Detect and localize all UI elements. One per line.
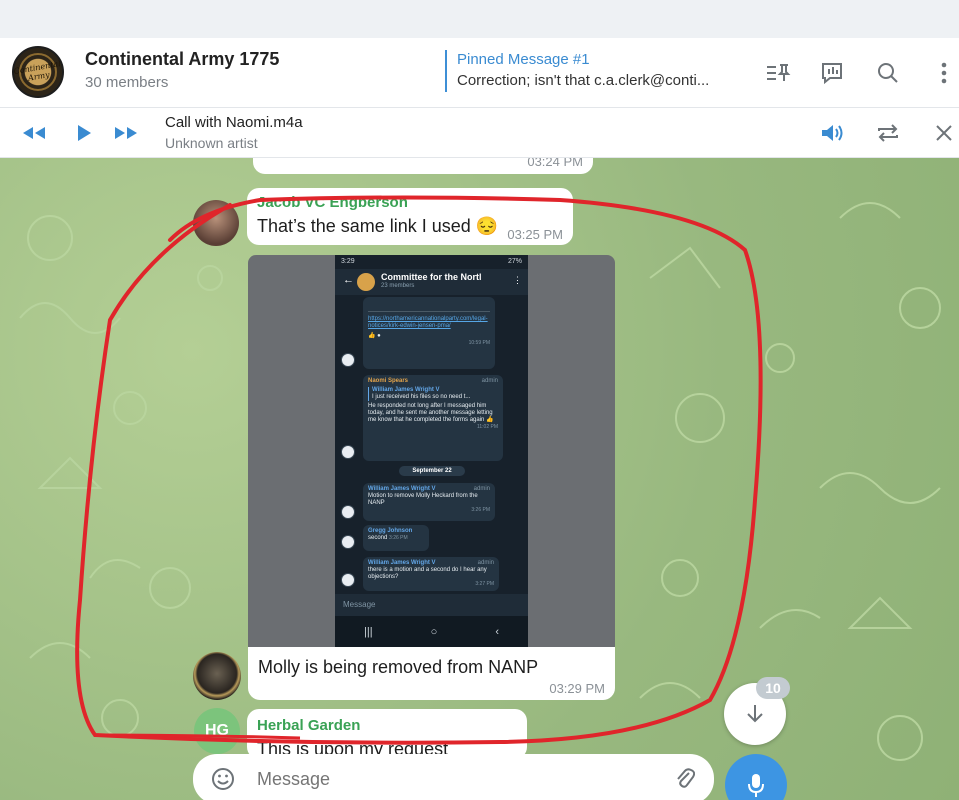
screenshot-status-bar: 3:29 27% xyxy=(335,255,528,269)
photo-attachment[interactable]: 3:29 27% ← Committee for the Nortl 23 me… xyxy=(248,255,615,647)
screenshot-phone-screen: 3:29 27% ← Committee for the Nortl 23 me… xyxy=(335,255,528,647)
mic-icon xyxy=(748,774,764,797)
track-artist: Unknown artist xyxy=(165,135,258,151)
screenshot-back-icon: ← xyxy=(343,274,354,286)
message-bubble-herbal[interactable]: Herbal Garden This is upon my request xyxy=(247,709,527,759)
screenshot-reply-name: William James Wright V xyxy=(372,387,440,393)
screenshot-w1-time: 3:26 PM xyxy=(471,507,490,513)
arrow-down-icon xyxy=(747,705,763,723)
system-status-bar xyxy=(0,0,959,38)
screenshot-back-nav-icon: ‹ xyxy=(495,625,499,638)
screenshot-w2-role: admin xyxy=(477,560,494,566)
screenshot-w2-name: William James Wright V xyxy=(368,560,436,566)
screenshot-naomi-role: admin xyxy=(481,378,498,384)
screenshot-naomi-message: Naomi Spears admin William James Wright V… xyxy=(363,375,503,461)
attach-icon[interactable] xyxy=(675,767,696,796)
message-time: 03:25 PM xyxy=(507,227,563,242)
message-text: That’s the same link I used 😔 xyxy=(257,216,499,236)
screenshot-avatar xyxy=(341,535,355,549)
group-avatar[interactable]: Continental Army xyxy=(12,46,64,98)
search-icon[interactable] xyxy=(873,58,903,88)
screenshot-link-preview xyxy=(368,300,490,312)
screenshot-status-time: 3:29 xyxy=(341,258,355,265)
previous-message-bubble[interactable]: 03:24 PM xyxy=(253,158,593,174)
sender-name[interactable]: Jacob VC Engberson xyxy=(257,194,408,211)
screenshot-more-icon: ⋮ xyxy=(513,275,522,285)
screenshot-reactions: 👍 ● xyxy=(368,333,381,339)
pinned-text: Correction; isn't that c.a.clerk@conti..… xyxy=(457,72,710,89)
screenshot-w2-text: there is a motion and a second do I hear… xyxy=(368,567,487,580)
screenshot-avatar xyxy=(341,505,355,519)
more-vert-icon[interactable] xyxy=(929,58,959,88)
chat-area[interactable]: 03:24 PM Jacob VC Engberson That’s the s… xyxy=(0,158,959,800)
screenshot-link-message: https://northamericannationalparty.com/l… xyxy=(363,297,495,369)
screenshot-group-title: Committee for the Nortl xyxy=(381,272,482,282)
screenshot-w2-time: 3:27 PM xyxy=(475,581,494,587)
message-bubble-jacob[interactable]: Jacob VC Engberson That’s the same link … xyxy=(247,188,573,245)
screenshot-link-text: https://northamericannationalparty.com/l… xyxy=(368,316,488,329)
pinned-title: Pinned Message #1 xyxy=(457,51,590,68)
sender-avatar-herbal[interactable]: HG xyxy=(194,708,240,754)
screenshot-chat-header: ← Committee for the Nortl 23 members ⋮ xyxy=(335,269,528,295)
caption-text: Molly is being removed from NANP xyxy=(258,657,539,677)
screenshot-reply-text: I just received his files so no need t..… xyxy=(372,394,471,400)
screenshot-recents-icon: ||| xyxy=(364,625,373,638)
track-title: Call with Naomi.m4a xyxy=(165,114,303,131)
repeat-icon[interactable] xyxy=(874,120,902,146)
screenshot-g-name: Gregg Johnson xyxy=(368,528,413,534)
pinned-list-icon[interactable] xyxy=(763,58,793,88)
screenshot-objection-message: William James Wright V admin there is a m… xyxy=(363,557,499,591)
screenshot-date-divider: September 22 xyxy=(399,466,465,476)
screenshot-avatar xyxy=(341,445,355,459)
screenshot-home-icon: ○ xyxy=(430,625,438,638)
group-title[interactable]: Continental Army 1775 xyxy=(85,49,279,70)
screenshot-group-avatar xyxy=(357,273,375,291)
volume-icon[interactable] xyxy=(818,120,846,146)
sender-name[interactable]: Herbal Garden xyxy=(257,717,360,734)
screenshot-battery: 27% xyxy=(507,258,522,265)
screenshot-w1-role: admin xyxy=(473,486,490,492)
screenshot-g-time: 3:26 PM xyxy=(389,535,408,541)
screenshot-second-message: Gregg Johnson second 3:26 PM xyxy=(363,525,429,551)
unread-count-badge: 10 xyxy=(756,677,790,699)
rewind-icon[interactable] xyxy=(20,120,48,146)
screenshot-motion-message: William James Wright V admin Motion to re… xyxy=(363,483,495,521)
screenshot-naomi-name: Naomi Spears xyxy=(368,378,409,384)
sender-avatar-jacob[interactable] xyxy=(193,200,239,246)
screenshot-avatar xyxy=(341,573,355,587)
emoji-icon[interactable] xyxy=(211,767,235,796)
screenshot-android-nav: ||| ○ ‹ xyxy=(335,616,528,647)
chat-header[interactable]: Continental Army Continental Army 1775 3… xyxy=(0,38,959,108)
fast-forward-icon[interactable] xyxy=(112,120,140,146)
play-icon[interactable] xyxy=(70,120,98,146)
screenshot-w1-name: William James Wright V xyxy=(368,486,436,492)
message-input[interactable] xyxy=(257,766,637,792)
audio-player-bar[interactable]: Call with Naomi.m4a Unknown artist xyxy=(0,108,959,158)
close-icon[interactable] xyxy=(930,120,958,146)
screenshot-naomi-time: 11:02 PM xyxy=(476,424,498,430)
message-time: 03:29 PM xyxy=(549,681,605,696)
screenshot-w1-text: Motion to remove Molly Heckard from the … xyxy=(368,493,478,506)
pinned-message-bar[interactable]: Pinned Message #1 Correction; isn't that… xyxy=(445,50,745,92)
screenshot-g-text: second xyxy=(368,535,388,541)
screenshot-message-input: Message xyxy=(335,594,528,616)
photo-caption-bubble[interactable]: Molly is being removed from NANP 03:29 P… xyxy=(248,647,615,700)
member-count: 30 members xyxy=(85,74,169,91)
screenshot-avatar xyxy=(341,353,355,367)
screenshot-input-placeholder: Message xyxy=(343,600,376,609)
screenshot-naomi-text: He responded not long after I messaged h… xyxy=(368,403,494,423)
message-time: 03:24 PM xyxy=(527,158,583,169)
sender-avatar-self[interactable] xyxy=(193,652,241,700)
poll-icon[interactable] xyxy=(817,58,847,88)
screenshot-member-count: 23 members xyxy=(381,283,415,289)
message-input-bar[interactable] xyxy=(193,754,714,800)
screenshot-link-time: 10:59 PM xyxy=(468,340,490,346)
